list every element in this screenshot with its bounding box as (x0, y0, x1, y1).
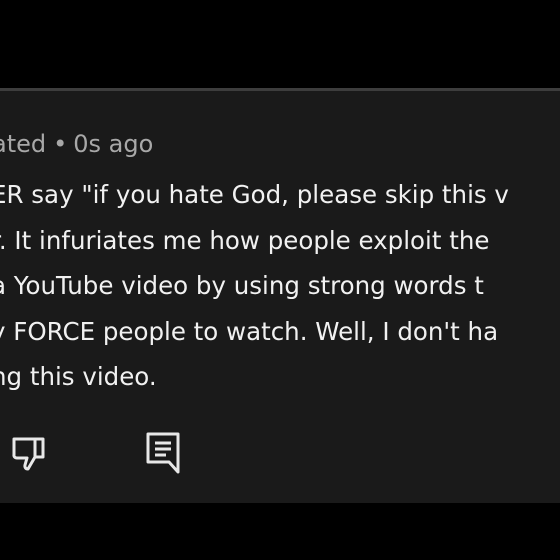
comment-icon (146, 432, 180, 474)
comment-meta: ated•0s ago (0, 128, 153, 160)
meta-separator: • (53, 130, 68, 158)
comment-body: ER say "if you hate God, please skip thi… (0, 172, 509, 400)
comment-line: r. It infuriates me how people exploit t… (0, 225, 490, 255)
comment-timestamp: 0s ago (73, 130, 154, 158)
comment-author[interactable]: ated (0, 130, 46, 158)
bottom-background (0, 503, 560, 560)
comment-line: ng this video. (0, 362, 157, 391)
screen: ated•0s ago ER say "if you hate God, ple… (0, 0, 560, 560)
top-background (0, 0, 560, 88)
comment-line: y FORCE people to watch. Well, I don't h… (0, 316, 499, 346)
dislike-button[interactable] (6, 430, 52, 476)
comment-line: ER say "if you hate God, please skip thi… (0, 180, 509, 209)
reply-button[interactable] (140, 428, 186, 476)
comment-line: a YouTube video by using strong words t (0, 271, 484, 300)
thumbs-down-icon (12, 437, 45, 471)
